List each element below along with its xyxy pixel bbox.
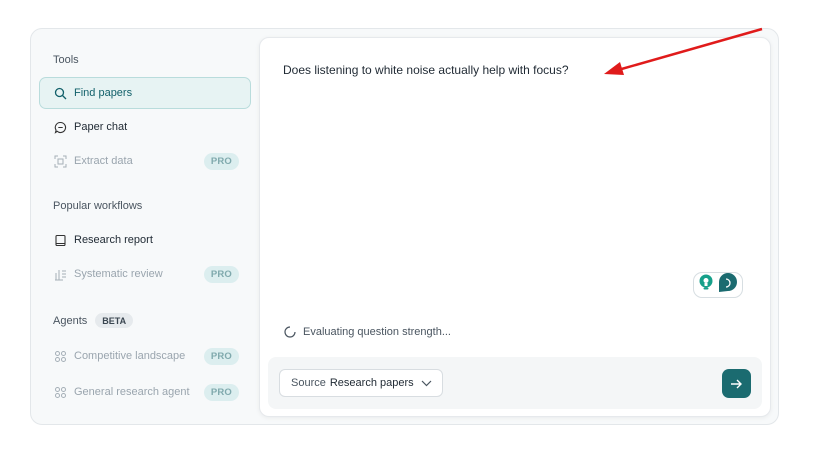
sidebar-item-paper-chat[interactable]: Paper chat (39, 111, 251, 143)
query-toolbar: Source Research papers (268, 357, 762, 409)
sidebar-item-label: Competitive landscape (74, 350, 186, 362)
annotation-arrow (604, 27, 763, 75)
pro-badge: PRO (203, 384, 239, 401)
source-label: Source (291, 377, 326, 389)
sidebar-item-systematic-review[interactable]: Systematic review PRO (39, 258, 251, 290)
assistant-toggle[interactable] (693, 272, 743, 298)
sidebar-item-extract-data[interactable]: Extract data PRO (39, 145, 251, 177)
tools-section-label: Tools (53, 54, 79, 66)
status-indicator: Evaluating question strength... (284, 326, 451, 338)
extract-icon (53, 154, 67, 168)
sidebar-item-label: Find papers (74, 87, 133, 99)
sidebar-item-label: Extract data (74, 155, 133, 167)
status-text: Evaluating question strength... (303, 326, 451, 338)
source-value: Research papers (329, 377, 414, 389)
lightbulb-icon (698, 274, 714, 297)
sidebar-item-label: Systematic review (74, 268, 163, 280)
chat-icon (53, 120, 67, 134)
sidebar: Tools Find papers Paper chat Extract dat… (31, 29, 259, 424)
query-panel: Does listening to white noise actually h… (259, 37, 771, 417)
workflows-section-label: Popular workflows (53, 200, 143, 212)
sidebar-item-find-papers[interactable]: Find papers (39, 77, 251, 109)
review-icon (53, 267, 67, 281)
sidebar-item-label: Research report (74, 234, 153, 246)
assistant-logo-icon (717, 272, 739, 298)
pro-badge: PRO (203, 266, 239, 283)
submit-button[interactable] (722, 369, 751, 398)
sidebar-item-label: Paper chat (74, 121, 128, 133)
pro-badge: PRO (203, 153, 239, 170)
search-icon (53, 86, 67, 100)
question-input[interactable]: Does listening to white noise actually h… (283, 63, 569, 77)
loading-spinner-icon (284, 326, 296, 338)
sidebar-item-competitive-landscape[interactable]: Competitive landscape PRO (39, 340, 251, 372)
source-dropdown[interactable]: Source Research papers (279, 369, 443, 397)
beta-badge: BETA (95, 313, 134, 328)
agents-section-label: Agents (53, 314, 88, 327)
agent-icon (53, 385, 67, 399)
agent-icon (53, 349, 67, 363)
chevron-down-icon (421, 380, 432, 387)
book-icon (53, 233, 67, 247)
agents-section: Agents BETA (53, 313, 134, 328)
sidebar-item-label: General research agent (74, 386, 190, 398)
sidebar-item-research-report[interactable]: Research report (39, 224, 251, 256)
pro-badge: PRO (203, 348, 239, 365)
sidebar-item-general-research-agent[interactable]: General research agent PRO (39, 376, 251, 408)
arrow-right-icon (730, 378, 743, 390)
